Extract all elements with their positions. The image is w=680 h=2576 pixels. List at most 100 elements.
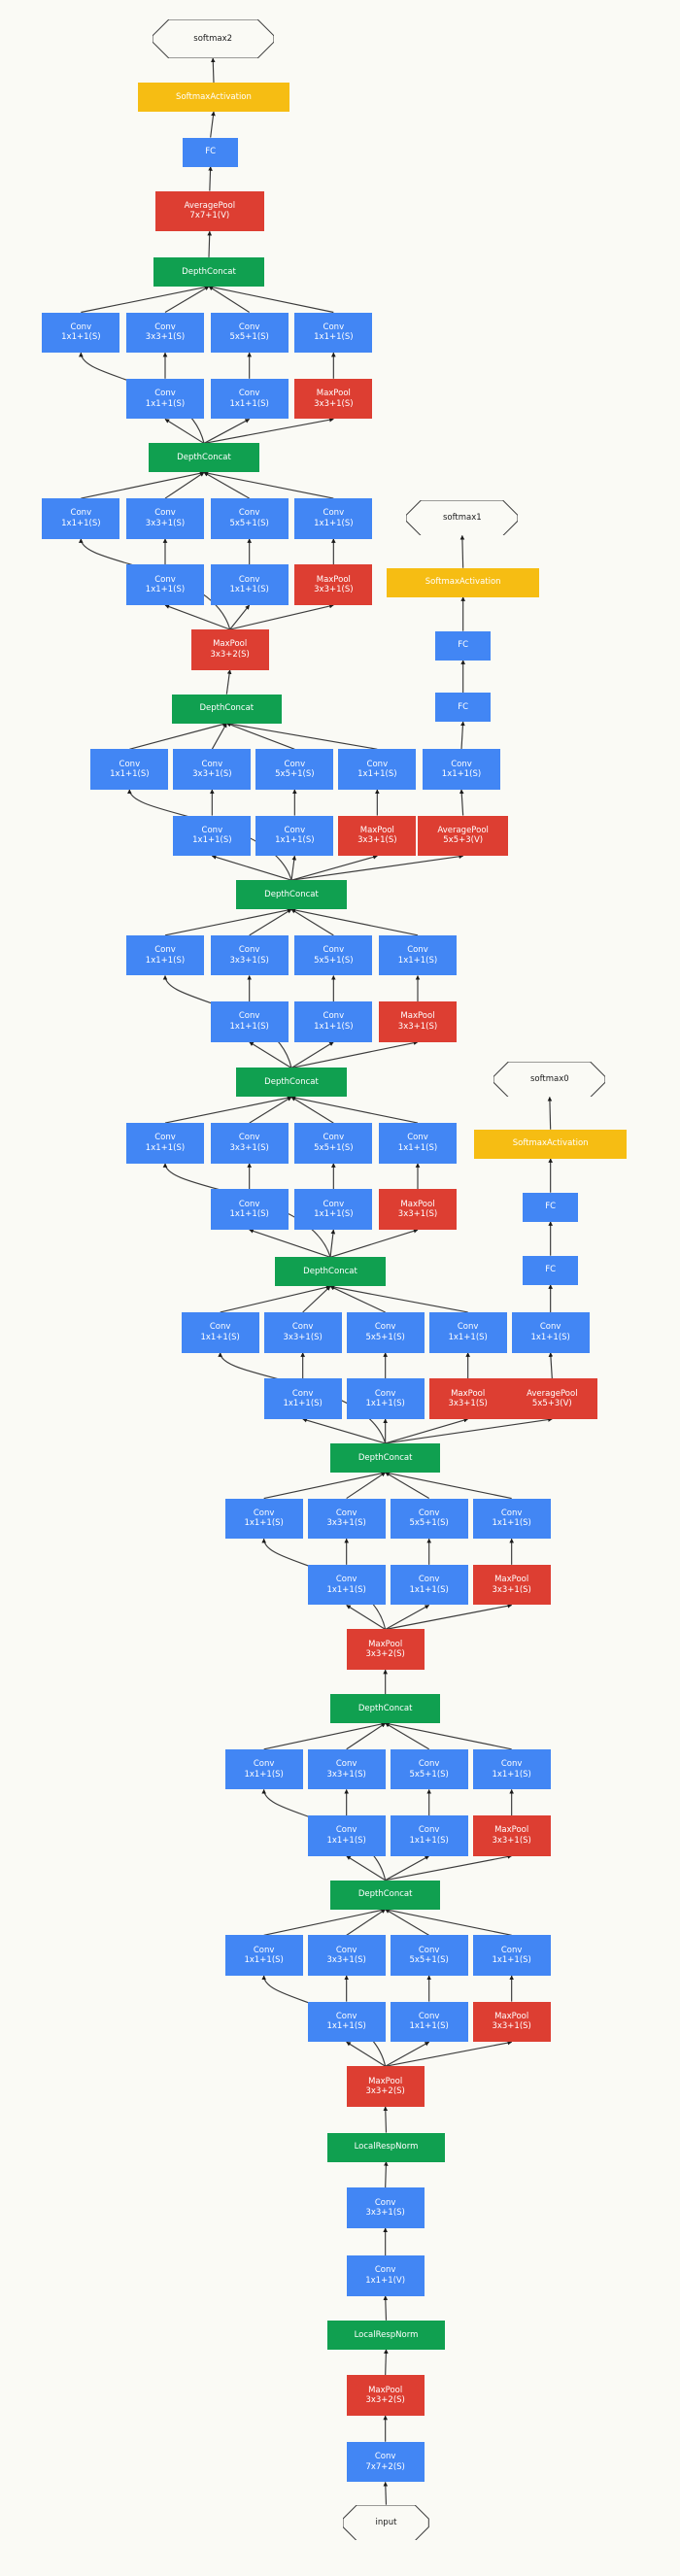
- edge-i5c3-to-dc5: [249, 1096, 292, 1124]
- edge-dc1-to-i2r3: [346, 1855, 386, 1881]
- node-label-primary: DepthConcat: [357, 1889, 413, 1900]
- edge-conv3-to-lrn2: [384, 2161, 389, 2188]
- node-label-primary: DepthConcat: [303, 1267, 357, 1277]
- edge-i3cp-to-dc3: [385, 1471, 512, 1500]
- node-label-params: 3x3+1(S): [145, 518, 186, 528]
- node-label-primary: Conv: [539, 1322, 561, 1333]
- node-label-primary: Conv: [500, 1759, 523, 1770]
- node-conv-i8c1: Conv 1x1+1(S): [42, 498, 120, 539]
- node-conv-i1c1: Conv 1x1+1(S): [224, 1935, 303, 1976]
- edge-i4cp-to-dc4: [329, 1284, 468, 1313]
- node-label-primary: Conv: [407, 1133, 428, 1143]
- node-label-primary: FC: [458, 701, 469, 712]
- node-label-primary: Conv: [253, 1945, 275, 1955]
- edge-lrn1-to-conv2: [383, 2295, 389, 2321]
- node-label-params: 1x1+1(S): [409, 1835, 449, 1846]
- node-label-primary: Conv: [154, 389, 176, 399]
- node-label-primary: Conv: [201, 825, 223, 835]
- edge-aux1ap-to-aux1c1: [459, 789, 464, 816]
- node-conv-i6c1: Conv 1x1+1(S): [126, 934, 204, 976]
- node-label-primary: Conv: [407, 945, 428, 956]
- node-label-params: 3x3+1(S): [283, 1332, 323, 1342]
- edge-i8c3-to-dc8: [164, 471, 205, 499]
- edge-i8cp-to-dc8: [203, 470, 334, 499]
- node-label-params: 1x1+1(S): [244, 1955, 284, 1966]
- node-label-primary: Conv: [374, 1388, 396, 1399]
- node-label-params: 1x1+1(S): [492, 1769, 531, 1779]
- node-pool-i1mp: MaxPool 3x3+1(S): [472, 2001, 551, 2043]
- terminal-node-softmax1: softmax1: [406, 499, 519, 536]
- node-conv-i8r3: Conv 1x1+1(S): [126, 564, 204, 605]
- node-label-params: 1x1+1(S): [397, 955, 438, 966]
- node-label-params: 1x1+1(S): [365, 1399, 405, 1409]
- node-label-primary: Conv: [154, 574, 176, 585]
- edge-dc3-to-i4r3: [302, 1417, 386, 1444]
- node-conv-i8c3: Conv 3x3+1(S): [126, 498, 204, 539]
- node-fc-fc0b: FC: [523, 1192, 578, 1222]
- node-label-primary: DepthConcat: [177, 453, 231, 463]
- node-label-primary: MaxPool: [400, 1011, 435, 1022]
- node-fc-fc1a: FC: [435, 692, 491, 722]
- node-conv-i6c5: Conv 5x5+1(S): [294, 934, 373, 976]
- node-conv-i5r3: Conv 1x1+1(S): [210, 1189, 289, 1231]
- node-label-primary: Conv: [154, 1133, 176, 1143]
- node-conv-i5c5: Conv 5x5+1(S): [294, 1123, 373, 1164]
- edge-i8c1-to-dc8: [81, 471, 205, 499]
- node-fc-fc0a: FC: [523, 1255, 578, 1285]
- node-label-primary: Conv: [418, 1825, 440, 1836]
- node-label-params: 1x1+1(S): [200, 1332, 240, 1342]
- edge-dc7-to-mp5: [225, 669, 232, 695]
- node-label-primary: Conv: [238, 1199, 260, 1209]
- node-label-primary: Conv: [201, 759, 223, 769]
- node-label-params: 1x1+1(S): [357, 769, 397, 780]
- node-label-primary: Conv: [418, 1508, 440, 1518]
- node-label-primary: MaxPool: [213, 639, 248, 650]
- node-label-primary: Conv: [418, 1945, 440, 1955]
- node-pool-i9mp: MaxPool 3x3+1(S): [294, 378, 373, 420]
- node-conv-i9r5: Conv 1x1+1(S): [210, 378, 289, 420]
- node-label-params: 1x1+1(S): [61, 518, 101, 528]
- edge-sact1-to-softmax1: [459, 534, 465, 568]
- node-conv-i3c3: Conv 3x3+1(S): [307, 1498, 386, 1540]
- edge-avgpool2-to-fc2: [208, 166, 213, 191]
- node-label-primary: Conv: [457, 1322, 479, 1333]
- node-conv-aux1c1: Conv 1x1+1(S): [423, 749, 500, 790]
- edge-i8c5-to-dc8: [203, 471, 250, 499]
- node-label-params: 3x3+2(S): [365, 2395, 405, 2406]
- node-pool-i3mp: MaxPool 3x3+1(S): [472, 1564, 551, 1606]
- node-label-params: 1x1+1(S): [314, 1209, 354, 1220]
- node-label-primary: Conv: [70, 508, 92, 519]
- node-lrn-lrn2: LocalRespNorm: [326, 2132, 446, 2162]
- node-label-primary: DepthConcat: [199, 703, 255, 714]
- node-conv-i2c3: Conv 3x3+1(S): [307, 1748, 386, 1790]
- node-label-params: 1x1+1(S): [283, 1399, 323, 1409]
- edge-i7cp-to-dc7: [225, 722, 378, 750]
- node-conv-i5c1: Conv 1x1+1(S): [126, 1123, 204, 1164]
- node-concat-dc5: DepthConcat: [236, 1068, 347, 1098]
- node-label-primary: Conv: [335, 1825, 357, 1836]
- edge-i4c5-to-dc4: [329, 1285, 386, 1313]
- edge-i1c5-to-dc1: [385, 1909, 429, 1936]
- node-label-primary: Conv: [418, 1759, 440, 1770]
- node-label-params: 5x5+1(S): [229, 518, 269, 528]
- node-label-primary: AveragePool: [527, 1388, 578, 1399]
- node-label-params: 5x5+3(V): [531, 1399, 572, 1409]
- edge-dc5-to-i6r5: [290, 1041, 334, 1068]
- node-label-params: 5x5+1(S): [409, 1769, 449, 1779]
- node-label-params: 5x5+1(S): [365, 1332, 405, 1342]
- edge-sact2-to-softmax2: [210, 57, 216, 83]
- node-conv-conv2: Conv 1x1+1(V): [346, 2255, 425, 2296]
- edge-i9c5-to-dc9: [208, 286, 250, 313]
- node-label-params: 1x1+1(S): [145, 955, 186, 966]
- node-label-primary: LocalRespNorm: [354, 2142, 419, 2152]
- node-label-primary: Conv: [238, 1011, 260, 1022]
- node-label-params: 5x5+3(V): [443, 835, 484, 846]
- edge-i5c5-to-dc5: [290, 1096, 334, 1124]
- node-label-params: 3x3+1(S): [326, 1518, 366, 1529]
- node-label-params: 1x1+1(S): [61, 332, 101, 343]
- edge-i7c1-to-dc7: [129, 722, 227, 750]
- edge-mp5-to-i8r3: [164, 604, 230, 630]
- node-softmaxact-sact1: SoftmaxActivation: [387, 567, 539, 597]
- node-pool-i8mp: MaxPool 3x3+1(S): [294, 564, 373, 605]
- node-label-primary: SoftmaxActivation: [425, 577, 501, 588]
